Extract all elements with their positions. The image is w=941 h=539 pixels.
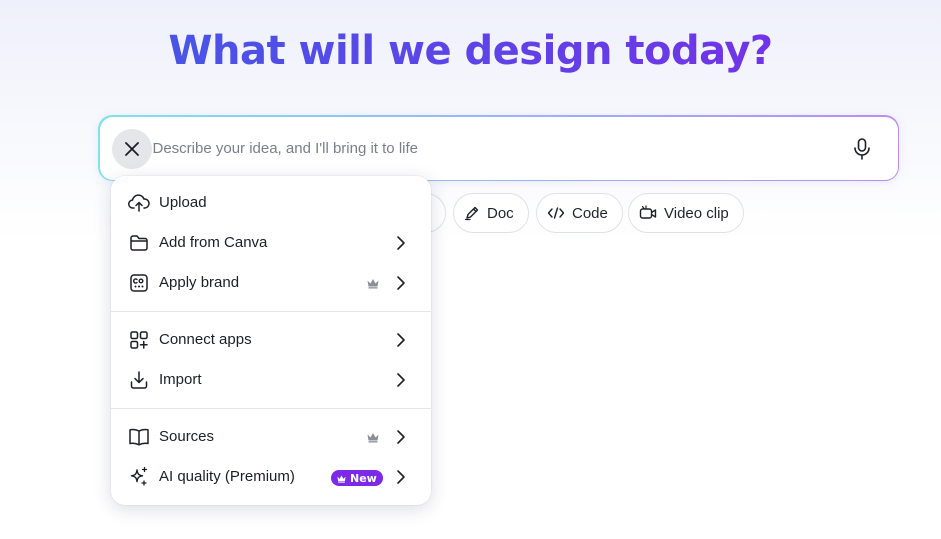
- microphone-icon: [853, 137, 870, 160]
- prompt-box: [98, 115, 899, 181]
- crown-icon: [337, 475, 346, 483]
- sparkles-icon: [128, 466, 150, 488]
- new-badge: New: [331, 470, 383, 486]
- code-icon: [547, 207, 565, 219]
- chevron-right-icon: [395, 275, 407, 296]
- prompt-input[interactable]: [152, 136, 833, 161]
- chevron-right-icon: [395, 429, 407, 450]
- menu-item-label: AI quality (Premium): [159, 468, 295, 485]
- menu-item-upload[interactable]: Upload: [111, 183, 431, 223]
- menu-item-add-from-canva[interactable]: Add from Canva: [111, 223, 431, 263]
- menu-item-label: Connect apps: [159, 331, 252, 348]
- menu-item-label: Add from Canva: [159, 234, 268, 251]
- crown-icon: [366, 430, 380, 448]
- chip-doc[interactable]: Doc: [453, 193, 529, 233]
- chevron-right-icon: [395, 372, 407, 393]
- menu-item-connect-apps[interactable]: Connect apps: [111, 320, 431, 360]
- menu-item-sources[interactable]: Sources: [111, 417, 431, 457]
- page-title: What will we design today?: [0, 28, 941, 74]
- menu-item-label: Sources: [159, 428, 215, 445]
- attach-menu: Upload Add from Canva Apply brand Connec…: [111, 176, 431, 505]
- chip-code-label: Code: [572, 204, 608, 222]
- chip-video-clip[interactable]: Video clip: [628, 193, 744, 233]
- menu-item-label: Apply brand: [159, 274, 240, 291]
- new-badge-label: New: [350, 471, 377, 485]
- import-download-icon: [128, 369, 150, 391]
- doc-pen-icon: [464, 206, 479, 221]
- book-icon: [128, 426, 150, 448]
- menu-item-label: Upload: [159, 194, 207, 211]
- menu-item-apply-brand[interactable]: Apply brand: [111, 263, 431, 303]
- video-clip-icon: [639, 205, 657, 219]
- menu-item-label: Import: [159, 371, 202, 388]
- microphone-button[interactable]: [848, 135, 876, 163]
- menu-divider: [111, 408, 431, 409]
- brand-kit-icon: [128, 272, 150, 294]
- close-menu-button[interactable]: [111, 128, 152, 169]
- prompt-inner: [99, 116, 898, 180]
- chevron-right-icon: [395, 332, 407, 353]
- menu-item-import[interactable]: Import: [111, 360, 431, 400]
- chevron-right-icon: [395, 235, 407, 256]
- chevron-right-icon: [395, 469, 407, 490]
- crown-icon: [366, 276, 380, 294]
- menu-item-ai-quality[interactable]: AI quality (Premium) New: [111, 457, 431, 497]
- cloud-upload-icon: [128, 192, 150, 214]
- chip-doc-label: Doc: [487, 204, 514, 222]
- menu-divider: [111, 311, 431, 312]
- apps-grid-plus-icon: [128, 329, 150, 351]
- close-icon: [124, 141, 139, 156]
- folder-icon: [128, 232, 150, 254]
- chip-video-clip-label: Video clip: [664, 204, 729, 222]
- chip-code[interactable]: Code: [536, 193, 623, 233]
